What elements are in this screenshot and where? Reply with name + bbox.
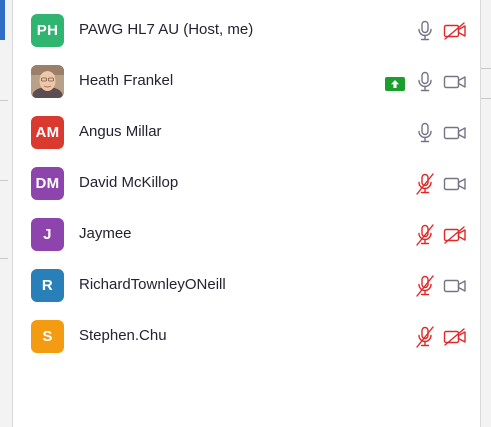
avatar: R	[31, 269, 64, 302]
background-window-right	[480, 0, 491, 427]
microphone-icon[interactable]	[415, 71, 435, 93]
microphone-icon[interactable]	[415, 122, 435, 144]
avatar: DM	[31, 167, 64, 200]
participant-row[interactable]: PH PAWG HL7 AU (Host, me)	[13, 0, 480, 51]
participant-row[interactable]: S Stephen.Chu	[13, 306, 480, 357]
background-divider	[481, 98, 491, 99]
participant-name: Jaymee	[79, 225, 132, 242]
video-camera-off-icon[interactable]	[443, 22, 467, 40]
participant-row[interactable]: R RichardTownleyONeill	[13, 255, 480, 306]
avatar: J	[31, 218, 64, 251]
participant-row[interactable]: J Jaymee	[13, 204, 480, 255]
participant-row[interactable]: Heath Frankel	[13, 51, 480, 102]
microphone-muted-icon[interactable]	[415, 224, 435, 246]
background-divider	[0, 180, 8, 181]
background-window-accent	[0, 0, 5, 40]
participant-name: PAWG HL7 AU (Host, me)	[79, 21, 254, 38]
avatar: S	[31, 320, 64, 353]
participant-name: Stephen.Chu	[79, 327, 167, 344]
background-divider	[0, 258, 8, 259]
microphone-icon[interactable]	[415, 20, 435, 42]
avatar: AM	[31, 116, 64, 149]
participant-name: Angus Millar	[79, 123, 162, 140]
avatar: PH	[31, 14, 64, 47]
participant-name: Heath Frankel	[79, 72, 174, 89]
microphone-muted-icon[interactable]	[415, 326, 435, 348]
participant-name: RichardTownleyONeill	[79, 276, 226, 293]
share-screen-icon	[385, 77, 405, 91]
video-camera-off-icon[interactable]	[443, 328, 467, 346]
microphone-muted-icon[interactable]	[415, 173, 435, 195]
participants-panel: PH PAWG HL7 AU (Host, me) Heath Frankel AM A…	[13, 0, 480, 427]
participant-row[interactable]: DM David McKillop	[13, 153, 480, 204]
video-camera-off-icon[interactable]	[443, 226, 467, 244]
video-camera-icon[interactable]	[443, 124, 467, 142]
video-camera-icon[interactable]	[443, 277, 467, 295]
background-divider	[0, 100, 8, 101]
avatar	[31, 65, 64, 98]
background-window-left	[0, 0, 13, 427]
participant-row[interactable]: AM Angus Millar	[13, 102, 480, 153]
video-camera-icon[interactable]	[443, 175, 467, 193]
background-divider	[481, 68, 491, 69]
microphone-muted-icon[interactable]	[415, 275, 435, 297]
video-camera-icon[interactable]	[443, 73, 467, 91]
participant-name: David McKillop	[79, 174, 179, 191]
